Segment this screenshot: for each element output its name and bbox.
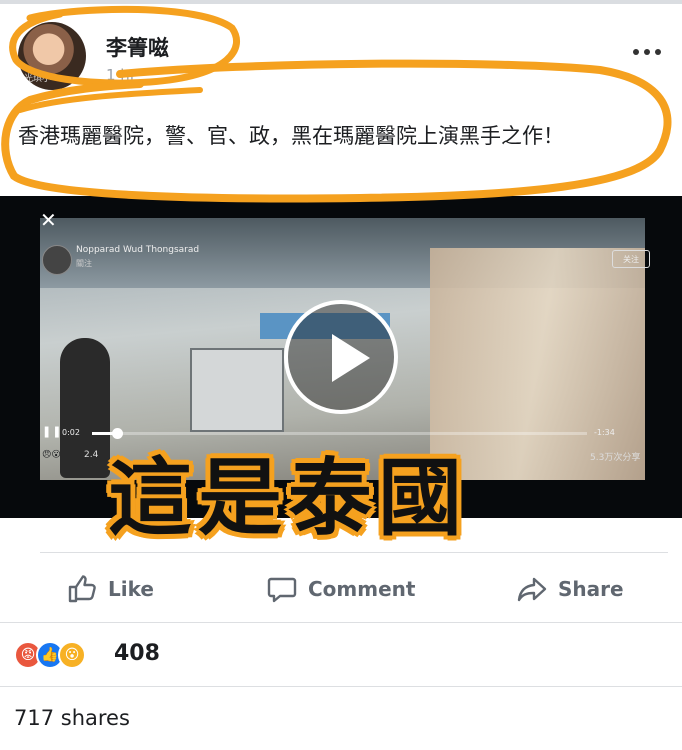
actions-divider [40,552,668,553]
post-text: 香港瑪麗醫院，警、官、政，黑在瑪麗醫院上演黑手之作！ [18,124,564,148]
video-progress-bar[interactable] [92,428,587,439]
channel-avatar [42,245,72,275]
share-button[interactable]: Share [516,572,624,606]
video-reaction-icons: 😠😮 [42,450,61,460]
video-share-count: 5.3万次分享 [590,453,641,463]
channel-subtitle: 關注 [76,259,92,268]
author-name[interactable]: 李箐嗞 [106,32,169,62]
remaining-time: -1:34 [594,428,615,437]
close-icon[interactable]: ✕ [40,208,57,232]
avatar-caption: 光琪小 [24,74,52,84]
share-icon [517,577,547,602]
post-timestamp[interactable]: 1 hr [106,66,136,84]
elapsed-time: 0:02 [62,428,80,437]
reaction-count[interactable]: 408 [114,641,160,666]
like-button[interactable]: Like [66,572,154,606]
like-icon [68,575,96,603]
follow-button[interactable]: 关注 [612,250,650,268]
channel-name: Nopparad Wud Thongsarad [76,245,200,255]
reaction-icons[interactable]: 😡 👍 😮 [14,640,86,670]
share-count[interactable]: 717 shares [14,706,130,730]
stats-divider [0,622,682,623]
like-label: Like [108,577,154,601]
more-options-icon[interactable] [630,42,664,62]
overlay-caption: 這是泰國 [108,449,469,547]
shares-divider [0,686,682,687]
comment-label: Comment [308,577,416,601]
comment-button[interactable]: Comment [266,572,415,606]
share-label: Share [558,577,624,601]
video-reaction-count: 2.4 [84,450,99,460]
comment-icon [267,577,297,603]
author-avatar[interactable]: 光琪小 [18,22,86,90]
pause-icon[interactable]: ❚❚ [42,425,62,438]
top-border [0,0,682,4]
play-button-icon[interactable] [284,300,398,414]
progress-thumb[interactable] [111,428,123,439]
wow-reaction-icon: 😮 [58,641,86,669]
